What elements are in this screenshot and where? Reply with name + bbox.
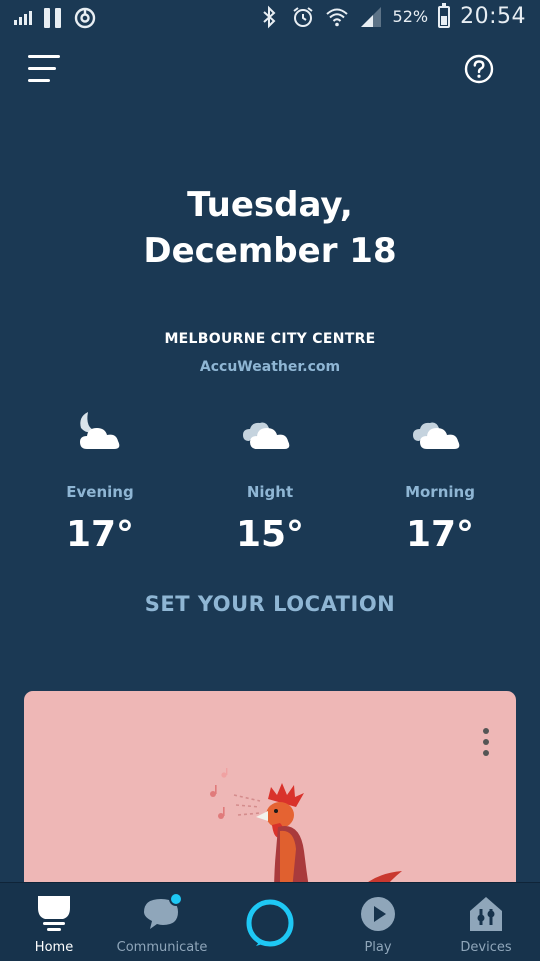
battery-icon xyxy=(438,2,451,28)
nav-communicate[interactable]: Communicate xyxy=(108,883,216,961)
forecast-temp: 17° xyxy=(65,514,135,555)
bottom-nav: Home Communicate Play Devices xyxy=(0,882,540,961)
nav-label: Home xyxy=(34,940,74,955)
menu-icon[interactable] xyxy=(28,55,62,83)
nav-label: Devices xyxy=(460,940,512,955)
alexa-ring-icon xyxy=(246,899,294,947)
alarm-icon xyxy=(292,6,313,27)
battery-percent: 52% xyxy=(392,7,429,26)
sync-icon xyxy=(74,7,96,29)
nav-devices[interactable]: Devices xyxy=(432,883,540,961)
status-bar: 52% 20:54 xyxy=(0,0,540,38)
cloudy-night-icon xyxy=(243,422,290,449)
nav-home[interactable]: Home xyxy=(0,883,108,961)
nav-label: Communicate xyxy=(116,940,208,955)
weather-location: MELBOURNE CITY CENTRE xyxy=(164,331,376,347)
chat-bubble-icon xyxy=(144,892,183,929)
status-time: 20:54 xyxy=(460,4,526,29)
forecast-period: Night xyxy=(246,483,294,501)
forecast-temp: 15° xyxy=(235,514,305,555)
pause-icon xyxy=(44,8,61,28)
signal-icon xyxy=(14,11,32,25)
set-location-button[interactable]: SET YOUR LOCATION xyxy=(0,592,540,616)
help-icon[interactable] xyxy=(464,54,494,84)
cellular-icon xyxy=(360,6,381,27)
forecast-evening: Evening 17° xyxy=(25,408,175,555)
nav-alexa[interactable] xyxy=(216,883,324,961)
more-options-icon[interactable] xyxy=(482,727,490,757)
cloudy-icon xyxy=(413,422,460,449)
forecast-morning: Morning 17° xyxy=(365,408,515,555)
nav-label: Play xyxy=(364,940,392,955)
forecast-period: Evening xyxy=(66,483,134,501)
devices-icon xyxy=(470,897,502,931)
date-weekday: Tuesday, xyxy=(187,185,353,225)
forecast-temp: 17° xyxy=(405,514,475,555)
moon-cloud-icon xyxy=(80,412,120,449)
home-icon xyxy=(38,896,70,931)
bluetooth-icon xyxy=(262,5,275,28)
forecast-period: Morning xyxy=(405,483,475,501)
weather-source-link[interactable]: AccuWeather.com xyxy=(0,359,540,375)
date-day: December 18 xyxy=(143,231,397,271)
forecast-night: Night 15° xyxy=(195,408,345,555)
wifi-icon xyxy=(325,8,348,26)
nav-play[interactable]: Play xyxy=(324,883,432,961)
play-icon xyxy=(361,897,395,931)
notification-badge xyxy=(169,892,183,906)
